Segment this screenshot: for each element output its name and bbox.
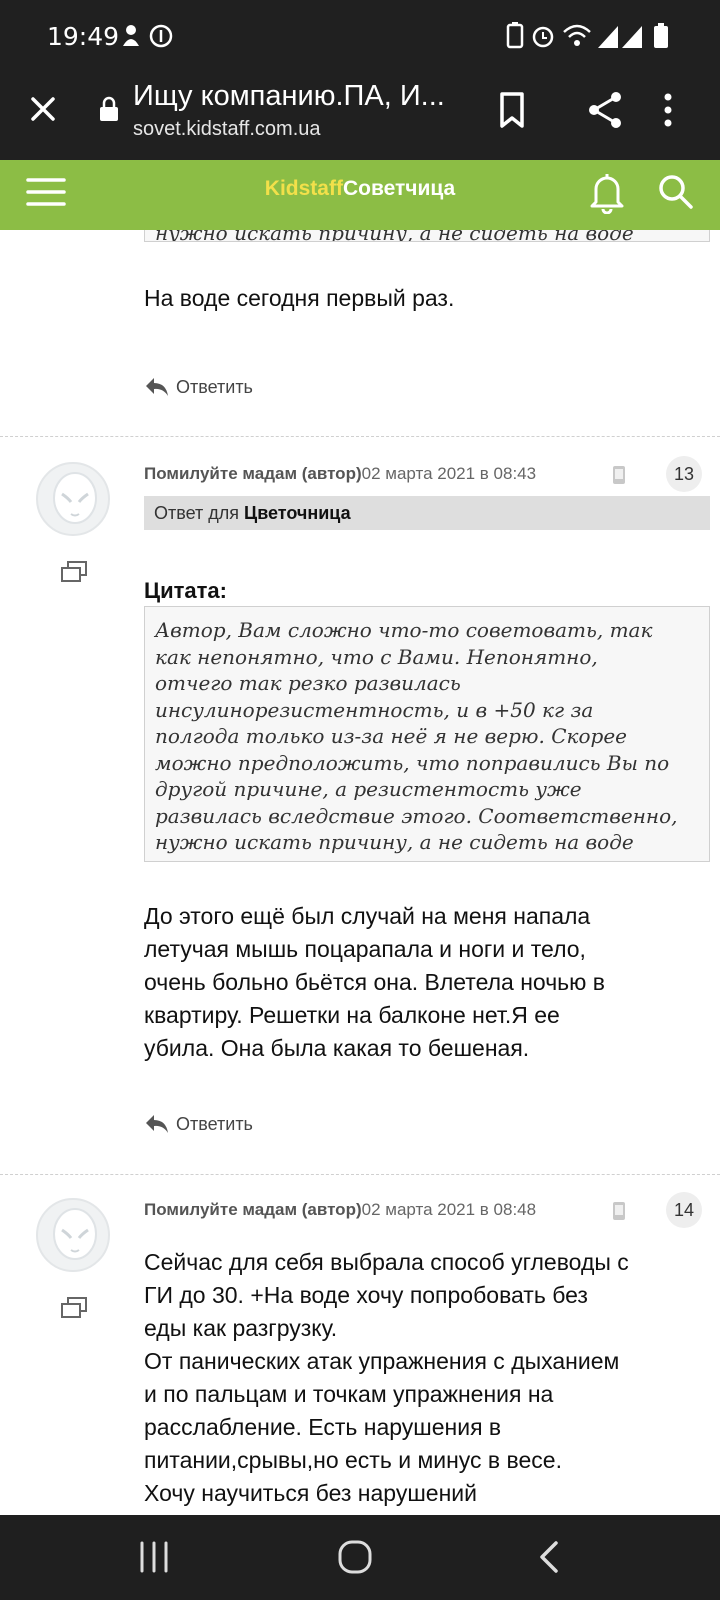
battery-icon bbox=[654, 23, 668, 48]
post-text: Сейчас для себя выбрала способ углеводы … bbox=[144, 1246, 629, 1510]
reply-arrow-icon bbox=[146, 1115, 168, 1133]
wifi-icon bbox=[563, 24, 591, 46]
author-name[interactable]: Помилуйте мадам (автор) bbox=[144, 1200, 362, 1219]
post-text: На воде сегодня первый раз. bbox=[144, 285, 455, 311]
post-meta: Помилуйте мадам (автор)02 марта 2021 в 0… bbox=[144, 1200, 536, 1220]
mobile-phone-icon bbox=[613, 466, 625, 484]
close-icon[interactable] bbox=[26, 92, 60, 126]
mobile-phone-icon bbox=[613, 1202, 625, 1220]
avatar[interactable] bbox=[36, 1198, 110, 1272]
reply-label: Ответить bbox=[176, 1113, 253, 1134]
quote-line: полгода только из-за неё я не верю. Скор… bbox=[155, 724, 628, 748]
text-line: еды как разгрузку. bbox=[144, 1315, 338, 1341]
bell-icon[interactable] bbox=[588, 170, 626, 214]
more-options-icon[interactable] bbox=[658, 88, 678, 132]
battery-saver-icon bbox=[506, 22, 524, 49]
reply-label: Ответить bbox=[176, 376, 253, 397]
alien-avatar-icon bbox=[53, 1208, 97, 1260]
alien-avatar-icon bbox=[53, 472, 97, 524]
reply-button[interactable]: Ответить bbox=[144, 376, 253, 398]
quote-block-partial: нужно искать причину, а не сидеть на вод… bbox=[144, 230, 710, 242]
quote-line: отчего так резко развилась bbox=[155, 671, 461, 695]
quote-text: нужно искать причину, а не сидеть на вод… bbox=[155, 230, 634, 242]
status-time: 19:49 bbox=[47, 22, 120, 51]
reply-button[interactable]: Ответить bbox=[144, 1113, 253, 1135]
text-line: питании,срывы,но есть и минус в весе. bbox=[144, 1447, 562, 1473]
text-line: ГИ до 30. +На воде хочу попробовать без bbox=[144, 1282, 588, 1308]
post-number-badge: 13 bbox=[666, 456, 702, 492]
quote-line: развилась вследствие этого. Соответствен… bbox=[155, 803, 678, 828]
reply-to-label: Ответ для bbox=[154, 503, 240, 523]
quote-line: другой причине, а резистентость уже bbox=[155, 777, 582, 801]
status-bar: 19:49 bbox=[0, 0, 720, 72]
text-line: убила. Она была какая то бешеная. bbox=[144, 1035, 530, 1061]
signal-icon bbox=[598, 26, 618, 48]
post-date: 02 марта 2021 в 08:43 bbox=[361, 464, 537, 483]
reply-arrow-icon bbox=[146, 378, 168, 396]
quote-label: Цитата: bbox=[144, 578, 227, 603]
recent-apps-icon[interactable] bbox=[134, 1539, 174, 1575]
home-icon[interactable] bbox=[336, 1539, 376, 1575]
search-icon[interactable] bbox=[656, 172, 694, 210]
text-line: Хочу научиться без нарушений bbox=[144, 1480, 477, 1506]
food-icon bbox=[149, 24, 173, 48]
url-text[interactable]: sovet.kidstaff.com.ua bbox=[133, 118, 321, 141]
quote-line: как непонятно, что с Вами. Непонятно, bbox=[155, 644, 598, 669]
quote-block: Автор, Вам сложно что-то советовать, так… bbox=[144, 606, 710, 862]
comments-list: нужно искать причину, а не сидеть на вод… bbox=[0, 230, 720, 1515]
quote-line: инсулинорезистентность, и в +50 кг за bbox=[155, 697, 594, 722]
chat-icon[interactable] bbox=[60, 560, 88, 584]
notification-icon bbox=[123, 25, 139, 46]
browser-toolbar: Ищу компанию.ПА, И... sovet.kidstaff.com… bbox=[0, 72, 720, 160]
chat-icon[interactable] bbox=[60, 1296, 88, 1320]
text-line: очень больно бьётся она. Влетела ночью в bbox=[144, 969, 606, 995]
tab-title[interactable]: Ищу компанию.ПА, И... bbox=[133, 80, 473, 113]
bookmark-icon[interactable] bbox=[490, 88, 534, 132]
divider bbox=[0, 436, 720, 437]
text-line: От панических атак упражнения с дыханием bbox=[144, 1348, 620, 1374]
text-line: квартиру. Решетки на балконе нет.Я ее bbox=[144, 1002, 560, 1028]
quote-line: нужно искать причину, а не сидеть на вод… bbox=[155, 830, 634, 854]
text-line: расслабление. Есть нарушения в bbox=[144, 1414, 502, 1440]
post-meta: Помилуйте мадам (автор)02 марта 2021 в 0… bbox=[144, 464, 536, 484]
reply-to-bar: Ответ для Цветочница bbox=[144, 496, 710, 530]
logo-sovetchica: Советчица bbox=[342, 177, 456, 200]
quote-line: Автор, Вам сложно что-то советовать, так bbox=[155, 618, 653, 642]
back-icon[interactable] bbox=[532, 1539, 572, 1575]
share-icon[interactable] bbox=[584, 88, 628, 132]
alarm-icon bbox=[532, 26, 554, 48]
post-date: 02 марта 2021 в 08:48 bbox=[361, 1200, 537, 1219]
quote-line: можно предположить, что поправились Вы п… bbox=[155, 750, 670, 775]
post-number-badge: 14 bbox=[666, 1192, 702, 1228]
author-name[interactable]: Помилуйте мадам (автор) bbox=[144, 464, 362, 483]
text-line: летучая мышь поцарапала и ноги и тело, bbox=[144, 936, 586, 962]
text-line: и по пальцам и точкам упражнения на bbox=[144, 1381, 554, 1407]
text-line: Сейчас для себя выбрала способ углеводы … bbox=[144, 1249, 629, 1275]
reply-to-name[interactable]: Цветочница bbox=[244, 503, 351, 523]
logo-kidstaff: Kidstaff bbox=[264, 177, 343, 200]
divider bbox=[0, 1174, 720, 1175]
avatar[interactable] bbox=[36, 462, 110, 536]
text-line: До этого ещё был случай на меня напала bbox=[144, 903, 591, 929]
lock-icon bbox=[100, 96, 118, 121]
signal-icon-2 bbox=[622, 26, 642, 48]
post-text: До этого ещё был случай на меня напала л… bbox=[144, 900, 605, 1065]
system-navigation-bar bbox=[0, 1515, 720, 1600]
site-header: KidstaffСоветчица bbox=[0, 160, 720, 230]
